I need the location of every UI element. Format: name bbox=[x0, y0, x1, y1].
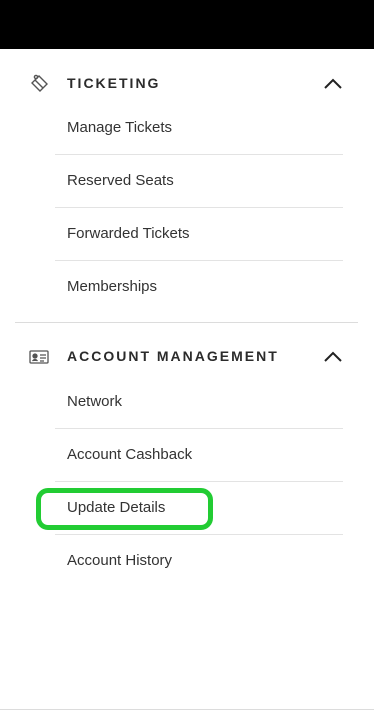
menu-item-memberships[interactable]: Memberships bbox=[55, 261, 343, 314]
menu-item-label: Manage Tickets bbox=[67, 119, 173, 136]
menu-item-forwarded-tickets[interactable]: Forwarded Tickets bbox=[55, 208, 343, 261]
menu-item-label: Network bbox=[67, 393, 123, 410]
menu-item-account-cashback[interactable]: Account Cashback bbox=[55, 429, 343, 482]
menu-item-label: Account History bbox=[67, 552, 173, 569]
section-header-ticketing[interactable]: TICKETING bbox=[0, 69, 374, 99]
section-title-ticketing: TICKETING bbox=[67, 75, 161, 91]
section-title-account-management: ACCOUNT MANAGEMENT bbox=[67, 348, 279, 364]
menu-item-update-details[interactable]: Update Details bbox=[55, 482, 343, 535]
menu-item-label: Account Cashback bbox=[67, 446, 193, 463]
menu-item-label: Forwarded Tickets bbox=[67, 225, 190, 242]
id-card-icon bbox=[28, 346, 50, 368]
chevron-up-icon[interactable] bbox=[322, 75, 344, 93]
menu-item-label: Memberships bbox=[67, 278, 158, 295]
menu-item-label: Reserved Seats bbox=[67, 172, 174, 189]
menu-item-reserved-seats[interactable]: Reserved Seats bbox=[55, 155, 343, 208]
menu-item-account-history[interactable]: Account History bbox=[55, 535, 343, 588]
section-divider bbox=[15, 322, 358, 323]
ticket-icon bbox=[28, 73, 50, 95]
chevron-up-icon[interactable] bbox=[322, 348, 344, 366]
menu-item-manage-tickets[interactable]: Manage Tickets bbox=[55, 102, 343, 155]
section-header-account-management[interactable]: ACCOUNT MANAGEMENT bbox=[0, 342, 374, 372]
menu-item-network[interactable]: Network bbox=[55, 376, 343, 429]
bottom-divider bbox=[0, 709, 374, 710]
top-bar bbox=[0, 0, 374, 49]
menu-item-label: Update Details bbox=[67, 499, 166, 516]
